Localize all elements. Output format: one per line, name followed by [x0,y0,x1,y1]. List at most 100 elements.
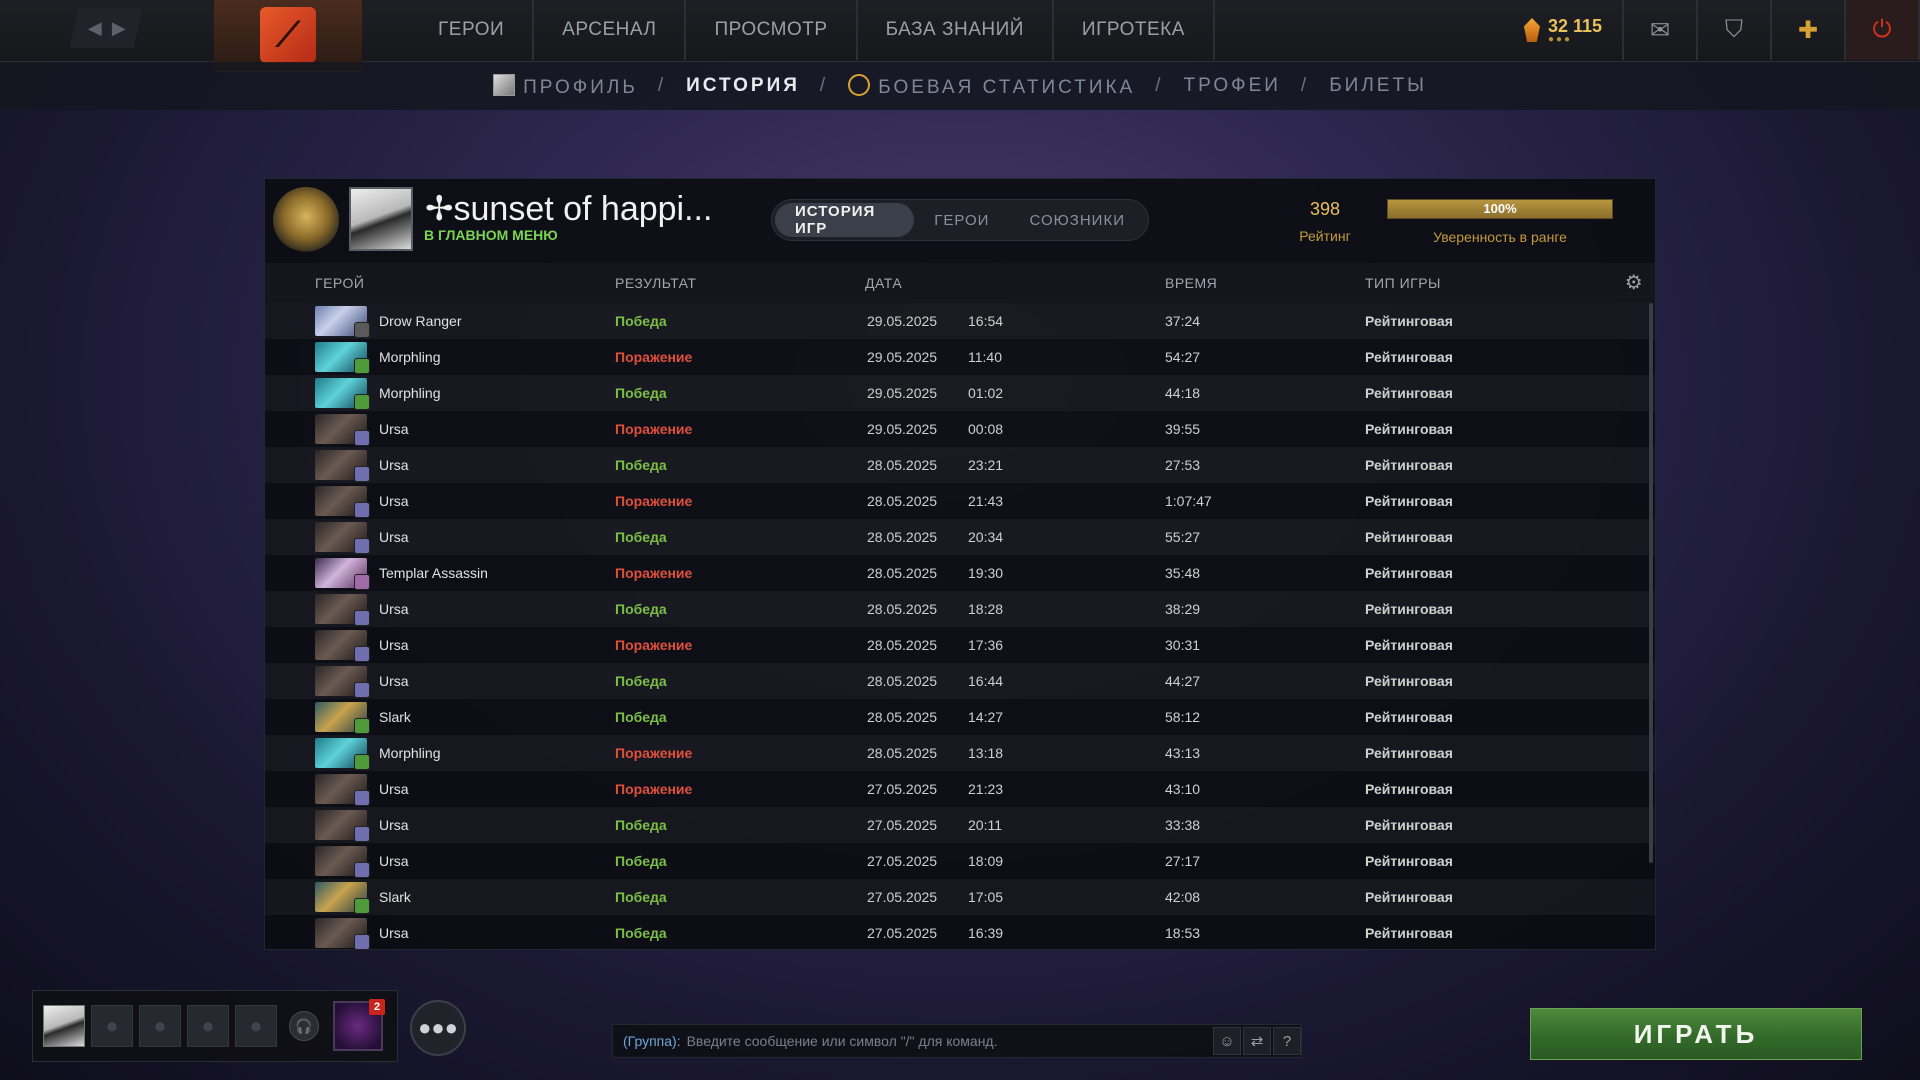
match-date: 28.05.2025 [867,709,938,725]
match-result: Поражение [615,493,693,509]
match-type: Рейтинговая [1365,745,1453,761]
match-start-time: 21:43 [968,493,1004,509]
table-row[interactable]: Morphling Победа 29.05.2025 01:02 44:18 … [265,375,1655,411]
person-icon: ● [249,1013,263,1038]
hero-name: Ursa [379,601,409,617]
match-duration: 44:18 [1165,385,1201,401]
history-nav: ◀ ▶ [69,8,143,48]
table-header: ГЕРОЙ РЕЗУЛЬТАТ ДАТА ВРЕМЯ ТИП ИГРЫ ⚙ [265,263,1655,303]
main-nav: ГЕРОИ АРСЕНАЛ ПРОСМОТР БАЗА ЗНАНИЙ ИГРОТ… [410,0,1215,60]
nav-arcade[interactable]: ИГРОТЕКА [1054,0,1215,60]
match-history-panel: ✢sunset of happi... В ГЛАВНОМ МЕНЮ ИСТОР… [264,178,1656,950]
shards-counter[interactable]: 32 115 ●●● [1504,0,1624,60]
scrollbar[interactable] [1649,303,1653,863]
subnav-trophies[interactable]: ТРОФЕИ [1184,75,1281,97]
play-button[interactable]: ИГРАТЬ [1530,1008,1862,1060]
party-slot-me[interactable] [43,1005,85,1047]
table-row[interactable]: Ursa Победа 28.05.2025 18:28 38:29 Рейти… [265,591,1655,627]
tab-match-history[interactable]: ИСТОРИЯ ИГР [775,203,915,237]
table-row[interactable]: Slark Победа 27.05.2025 17:05 42:08 Рейт… [265,879,1655,915]
subnav-profile[interactable]: ПРОФИЛЬ [493,73,638,99]
chat-input[interactable] [686,1033,1187,1049]
rank-confidence: 100% Уверенность в ранге [1387,199,1613,245]
hero-role-icon [354,610,370,626]
subnav-history[interactable]: ИСТОРИЯ [686,75,800,97]
match-duration: 27:53 [1165,457,1201,473]
player-avatar[interactable] [349,187,413,251]
party-slot-empty[interactable]: ● [139,1005,181,1047]
subnav-tickets[interactable]: БИЛЕТЫ [1329,75,1427,97]
hero-name: Ursa [379,781,409,797]
headset-icon[interactable]: 🎧 [289,1011,319,1041]
party-slot-empty[interactable]: ● [91,1005,133,1047]
table-row[interactable]: Templar Assassin Поражение 28.05.2025 19… [265,555,1655,591]
table-row[interactable]: Ursa Поражение 28.05.2025 21:43 1:07:47 … [265,483,1655,519]
rating-block: 398 Рейтинг [1265,199,1385,244]
match-start-time: 20:34 [968,529,1004,545]
nav-heroes[interactable]: ГЕРОИ [410,0,535,60]
match-date: 27.05.2025 [867,889,938,905]
nav-knowledge-base[interactable]: БАЗА ЗНАНИЙ [858,0,1054,60]
party-slot-empty[interactable]: ● [235,1005,277,1047]
hero-role-icon [354,358,370,374]
dota-plus-icon[interactable]: ✚ [1772,0,1846,60]
subnav-battle-stats[interactable]: БОЕВАЯ СТАТИСТИКА [848,73,1135,99]
nav-armory[interactable]: АРСЕНАЛ [534,0,687,60]
group-chat-icon[interactable]: ●●● [410,1000,466,1056]
subnav-separator: / [1155,75,1164,96]
col-type: ТИП ИГРЫ [1365,275,1441,291]
person-icon: ● [153,1013,167,1038]
translate-icon[interactable]: ⇄ [1243,1027,1271,1055]
table-row[interactable]: Drow Ranger Победа 29.05.2025 16:54 37:2… [265,303,1655,339]
hero-name: Morphling [379,745,441,761]
notification-button[interactable]: 2 [333,999,385,1051]
match-result: Победа [615,817,667,833]
table-row[interactable]: Ursa Победа 27.05.2025 16:39 18:53 Рейти… [265,915,1655,951]
hero-role-icon [354,862,370,878]
hero-name: Slark [379,889,411,905]
table-row[interactable]: Ursa Победа 27.05.2025 18:09 27:17 Рейти… [265,843,1655,879]
match-result: Победа [615,529,667,545]
tab-allies[interactable]: СОЮЗНИКИ [1009,203,1145,237]
hero-name: Drow Ranger [379,313,462,329]
profile-subnav: ПРОФИЛЬ / ИСТОРИЯ / БОЕВАЯ СТАТИСТИКА / … [0,62,1920,110]
top-bar: ◀ ▶ ⟋ ГЕРОИ АРСЕНАЛ ПРОСМОТР БАЗА ЗНАНИЙ… [0,0,1920,72]
party-slot-empty[interactable]: ● [187,1005,229,1047]
person-icon: ● [201,1013,215,1038]
match-type: Рейтинговая [1365,313,1453,329]
match-type: Рейтинговая [1365,673,1453,689]
confidence-label: Уверенность в ранге [1433,229,1567,245]
table-row[interactable]: Ursa Поражение 29.05.2025 00:08 39:55 Ре… [265,411,1655,447]
table-row[interactable]: Slark Победа 28.05.2025 14:27 58:12 Рейт… [265,699,1655,735]
match-start-time: 16:39 [968,925,1004,941]
help-button[interactable]: ? [1273,1027,1301,1055]
table-row[interactable]: Ursa Победа 28.05.2025 23:21 27:53 Рейти… [265,447,1655,483]
table-row[interactable]: Ursa Победа 27.05.2025 20:11 33:38 Рейти… [265,807,1655,843]
match-result: Победа [615,385,667,401]
hero-name: Morphling [379,349,441,365]
power-icon[interactable]: ⏻ [1846,0,1920,60]
gear-icon[interactable]: ⚙ [1623,272,1645,294]
nav-watch[interactable]: ПРОСМОТР [686,0,858,60]
match-start-time: 14:27 [968,709,1004,725]
table-row[interactable]: Ursa Поражение 28.05.2025 17:36 30:31 Ре… [265,627,1655,663]
table-row[interactable]: Ursa Победа 28.05.2025 16:44 44:27 Рейти… [265,663,1655,699]
table-row[interactable]: Morphling Поражение 28.05.2025 13:18 43:… [265,735,1655,771]
emoji-icon[interactable]: ☺ [1213,1027,1241,1055]
guild-icon[interactable]: ⛉ [1698,0,1772,60]
match-duration: 37:24 [1165,313,1201,329]
table-row[interactable]: Morphling Поражение 29.05.2025 11:40 54:… [265,339,1655,375]
match-start-time: 17:36 [968,637,1004,653]
forward-arrow-icon[interactable]: ▶ [112,18,126,39]
match-type: Рейтинговая [1365,889,1453,905]
table-row[interactable]: Ursa Победа 28.05.2025 20:34 55:27 Рейти… [265,519,1655,555]
match-duration: 30:31 [1165,637,1201,653]
rank-medal-icon[interactable] [273,187,339,253]
match-start-time: 00:08 [968,421,1004,437]
hero-role-icon [354,934,370,950]
mail-icon[interactable]: ✉ [1624,0,1698,60]
tab-heroes[interactable]: ГЕРОИ [914,203,1009,237]
table-row[interactable]: Ursa Поражение 27.05.2025 21:23 43:10 Ре… [265,771,1655,807]
back-arrow-icon[interactable]: ◀ [88,18,102,39]
match-date: 28.05.2025 [867,493,938,509]
